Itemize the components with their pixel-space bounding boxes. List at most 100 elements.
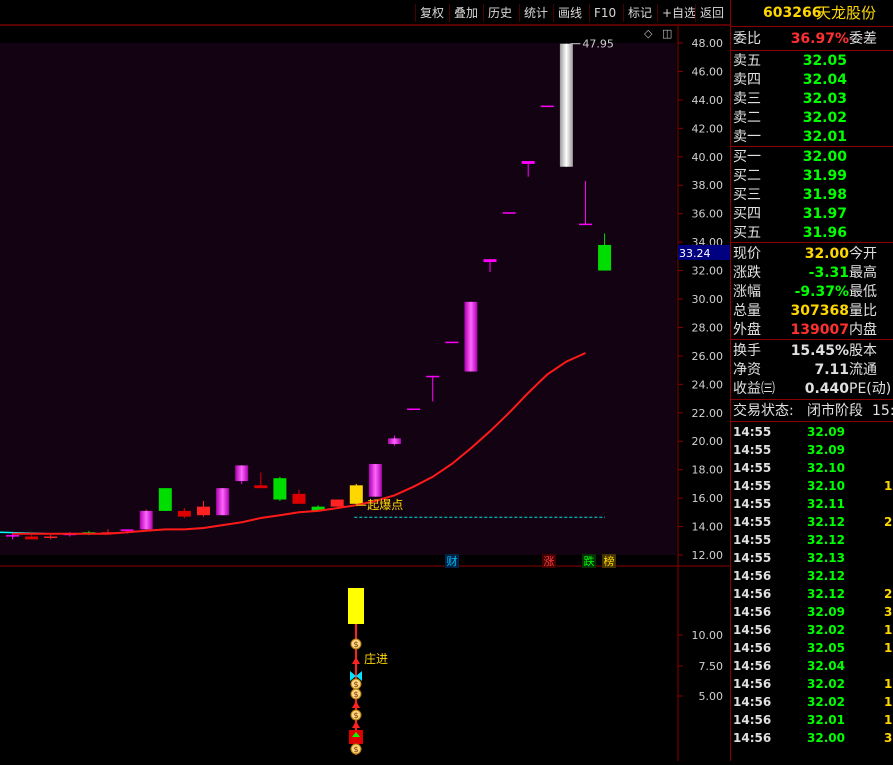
tick-time: 14:56	[733, 623, 772, 637]
status-label: 交易状态:	[733, 403, 794, 419]
candle	[540, 105, 554, 108]
stats-label-2: 流通	[849, 362, 877, 378]
weibi-row: 委比 36.97% 委差	[731, 30, 893, 49]
ask-row: 卖三 32.03	[731, 90, 893, 109]
stats-label-2: 股本	[849, 343, 877, 359]
tick-volume: 1	[884, 677, 893, 691]
tick-time: 14:56	[733, 713, 772, 727]
candle-body	[273, 478, 287, 500]
candle-body	[120, 529, 134, 531]
quote-value: 32.00	[804, 246, 849, 262]
tick-price: 32.02	[807, 677, 845, 691]
tick-time: 14:56	[733, 731, 772, 745]
stats-value: 15.45%	[790, 343, 849, 359]
candle-body	[25, 536, 39, 540]
trade-status: 交易状态: 闭市阶段 15:0	[731, 402, 893, 421]
tick-time: 14:56	[733, 677, 772, 691]
candle	[139, 509, 153, 530]
event-tag: 跌	[584, 554, 595, 568]
bid-row: 买一 32.00	[731, 148, 893, 167]
toolbar-button-5[interactable]: F10	[589, 4, 620, 22]
tick-time: 14:55	[733, 515, 772, 529]
tick-row: 14:56 32.01 1	[731, 711, 893, 729]
candle-body	[349, 485, 363, 504]
tick-time: 14:56	[733, 569, 772, 583]
tick-volume: 1	[884, 713, 893, 727]
ask-price: 32.03	[802, 91, 847, 107]
price-tick-label: 16.00	[692, 492, 724, 505]
price-tick-label: 38.00	[692, 179, 724, 192]
tick-price: 32.04	[807, 659, 845, 673]
tick-price: 32.01	[807, 713, 845, 727]
price-tick-label: 40.00	[692, 151, 724, 164]
stats-row: 收益㈢ 0.440 PE(动)	[731, 380, 893, 399]
candle	[502, 212, 516, 214]
divider	[731, 421, 893, 422]
toolbar-button-4[interactable]: 画线	[553, 4, 586, 22]
stats-label: 收益㈢	[733, 381, 775, 397]
stats-label-2: PE(动)	[849, 381, 892, 397]
candlestick-chart[interactable]: ◇ ◫48.0046.0044.0042.0040.0038.0036.0034.…	[0, 25, 730, 761]
candle-body	[407, 408, 421, 411]
tick-row: 14:56 32.05 1	[731, 639, 893, 657]
tick-time: 14:55	[733, 533, 772, 547]
candle-body	[177, 510, 191, 517]
tick-time: 14:56	[733, 641, 772, 655]
toolbar-button-7[interactable]: +自选	[657, 4, 700, 22]
tick-time: 14:56	[733, 659, 772, 673]
candle-body	[44, 536, 58, 539]
bid-label: 买一	[733, 149, 761, 165]
tick-price: 32.00	[807, 731, 845, 745]
price-tick-label: 44.00	[692, 94, 724, 107]
divider	[731, 339, 893, 340]
price-tick-label: 22.00	[692, 407, 724, 420]
quote-value: -9.37%	[794, 284, 849, 300]
stats-label: 净资	[733, 362, 761, 378]
tick-row: 14:56 32.12	[731, 567, 893, 585]
status-time: 15:0	[872, 403, 893, 419]
money-bag-symbol: $	[353, 711, 358, 720]
chart-area: ◇ ◫ 48.00 46.00 44.00 42.00 40.00 38.00 36.00 34.…	[0, 25, 730, 761]
tick-price: 32.09	[807, 443, 845, 457]
ask-label: 卖二	[733, 110, 761, 126]
quote-value: 307368	[790, 303, 849, 319]
toolbar-button-0[interactable]: 复权	[415, 4, 448, 22]
tick-row: 14:56 32.02 1	[731, 675, 893, 693]
tick-time: 14:56	[733, 605, 772, 619]
candle-body	[197, 506, 210, 516]
ask-row: 卖一 32.01	[731, 128, 893, 147]
current-price-label: 33.24	[679, 247, 711, 260]
tick-row: 14:55 32.12	[731, 531, 893, 549]
ask-label: 卖五	[733, 53, 761, 69]
panel-toggle-icon: ◫	[662, 27, 672, 40]
indicator-label: 庄进	[364, 651, 388, 666]
tick-row: 14:56 32.02 1	[731, 621, 893, 639]
toolbar-button-3[interactable]: 统计	[519, 4, 552, 22]
candle-body	[464, 301, 478, 372]
candle	[559, 43, 573, 167]
quote-label: 涨幅	[733, 284, 761, 300]
status-value: 闭市阶段	[807, 403, 863, 419]
quote-label: 外盘	[733, 322, 761, 338]
tick-price: 32.13	[807, 551, 845, 565]
tick-price: 32.09	[807, 425, 845, 439]
price-tick-label: 48.00	[692, 37, 724, 50]
candle-body	[6, 535, 19, 537]
weibi-value: 36.97%	[790, 31, 849, 47]
toolbar-button-2[interactable]: 历史	[483, 4, 516, 22]
divider	[731, 399, 893, 400]
tick-row: 14:55 32.13	[731, 549, 893, 567]
tick-price: 32.12	[807, 515, 845, 529]
toolbar-button-1[interactable]: 叠加	[449, 4, 482, 22]
price-tick-label: 18.00	[692, 464, 724, 477]
event-tag: 榜	[604, 554, 615, 568]
quote-label: 总量	[733, 303, 761, 319]
tick-price: 32.12	[807, 569, 845, 583]
toolbar-button-8[interactable]: 返回	[695, 4, 728, 22]
tick-time: 14:55	[733, 443, 772, 457]
tick-time: 14:55	[733, 497, 772, 511]
toolbar-button-6[interactable]: 标记	[623, 4, 656, 22]
tick-volume: 1	[884, 623, 893, 637]
bid-label: 买五	[733, 225, 761, 241]
candle-body	[158, 488, 172, 511]
